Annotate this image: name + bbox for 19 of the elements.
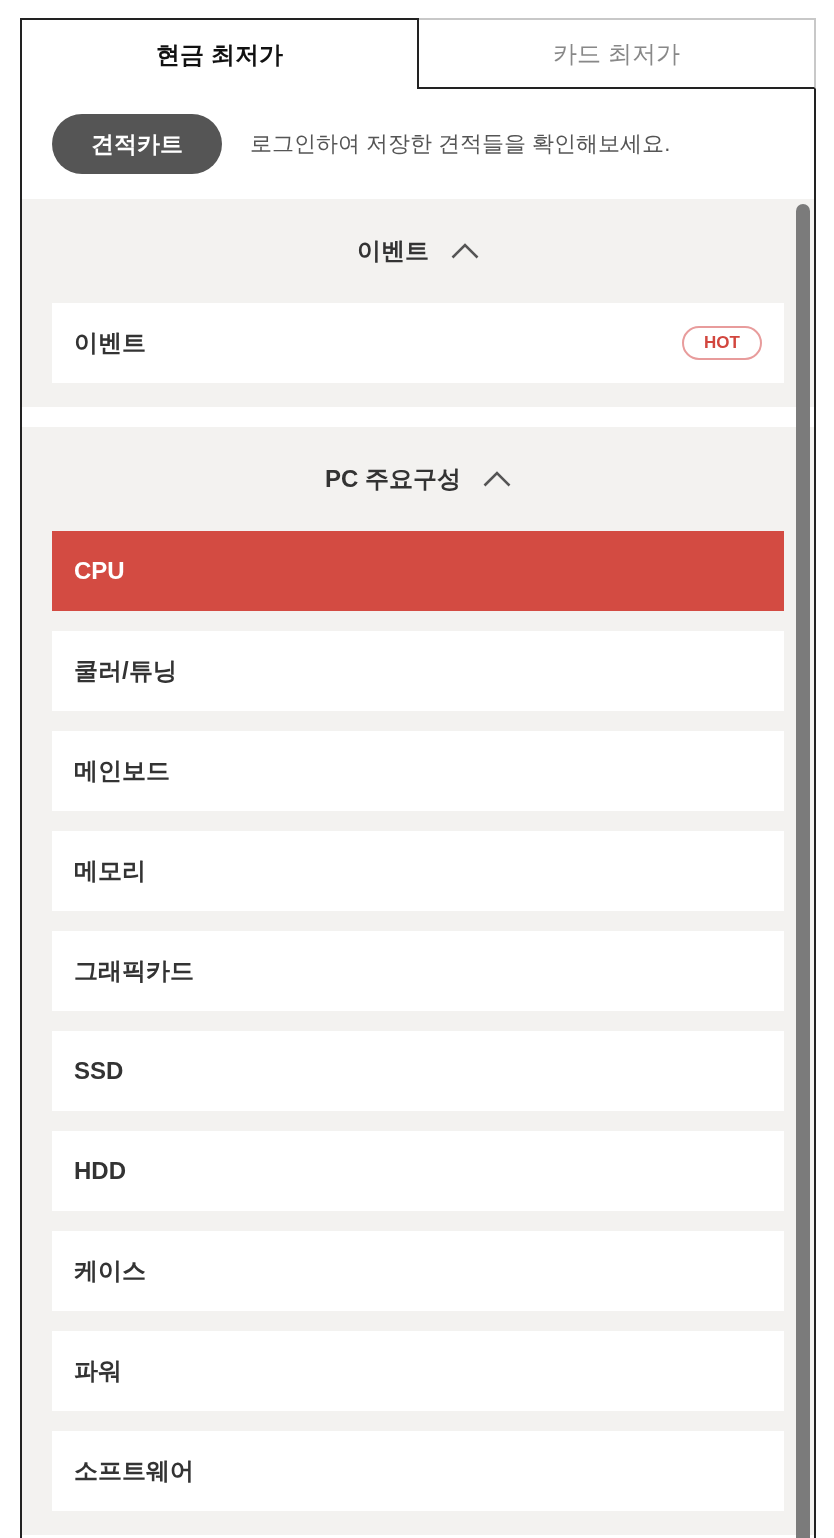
category-item[interactable]: 메인보드 — [52, 731, 784, 811]
category-item[interactable]: 이벤트 HOT — [52, 303, 784, 383]
tab[interactable]: 현금 최저가 — [20, 18, 419, 89]
cart-button[interactable]: 견적카트 — [52, 114, 222, 174]
hot-badge: HOT — [682, 326, 762, 360]
category-item[interactable]: SSD — [52, 1031, 784, 1111]
category-item[interactable]: HDD — [52, 1131, 784, 1211]
login-hint-text: 로그인하여 저장한 견적들을 확인해보세요. — [250, 130, 671, 158]
category-item[interactable]: 소프트웨어 — [52, 1431, 784, 1511]
category-item[interactable]: 쿨러/튜닝 — [52, 631, 784, 711]
category-item[interactable]: 파워 — [52, 1331, 784, 1411]
category-item[interactable]: 메모리 — [52, 831, 784, 911]
tab[interactable]: 카드 최저가 — [419, 18, 816, 89]
category-item[interactable]: 케이스 — [52, 1231, 784, 1311]
category-item[interactable]: 그래픽카드 — [52, 931, 784, 1011]
section-toggle[interactable]: PC 주요구성 — [325, 463, 511, 495]
category-item[interactable]: CPU — [52, 531, 784, 611]
scrollbar-thumb[interactable] — [796, 204, 810, 1538]
section-toggle[interactable]: 이벤트 — [357, 235, 479, 267]
